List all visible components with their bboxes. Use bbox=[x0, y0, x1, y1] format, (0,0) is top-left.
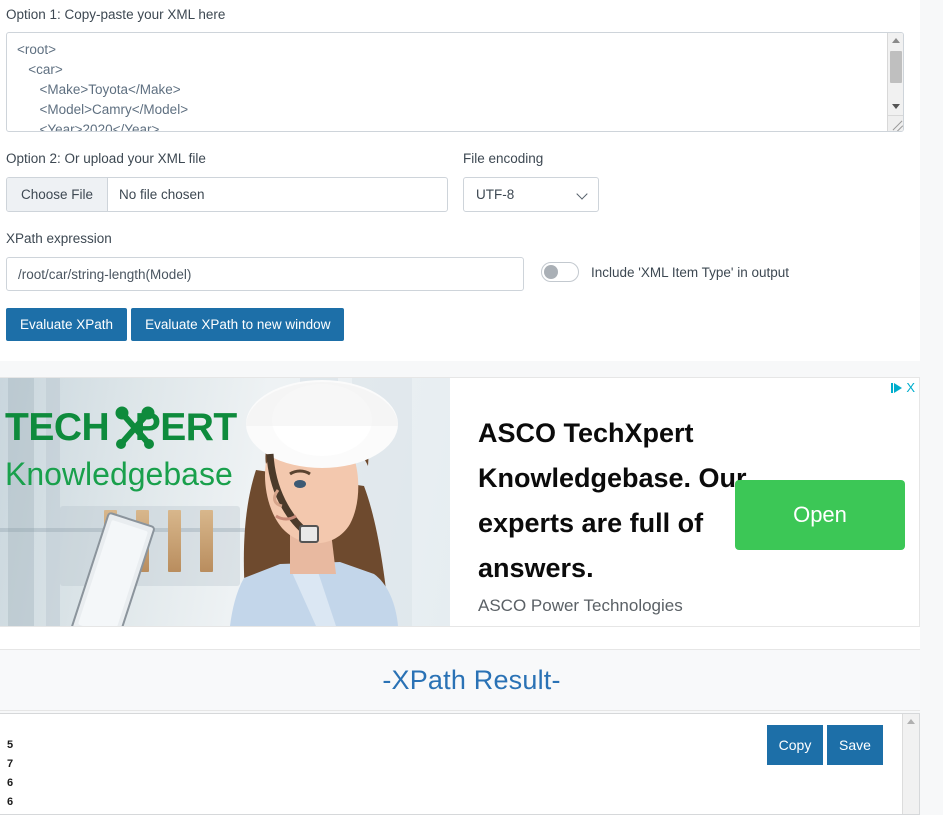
ad-open-button[interactable]: Open bbox=[735, 480, 905, 550]
ad-image: TECHXPERT Knowledgebase bbox=[0, 378, 450, 626]
scroll-down-icon[interactable] bbox=[888, 99, 903, 114]
section-gap bbox=[0, 361, 943, 377]
ad-logo-line2: Knowledgebase bbox=[5, 456, 233, 492]
textarea-resize-handle[interactable] bbox=[887, 115, 903, 131]
advertisement-banner[interactable]: TECHXPERT Knowledgebase ASCO bbox=[0, 377, 920, 627]
option2-label: Option 2: Or upload your XML file bbox=[6, 151, 206, 166]
file-name-text: No file chosen bbox=[119, 187, 205, 202]
choose-file-button[interactable]: Choose File bbox=[7, 178, 108, 211]
xpath-form-panel: Option 1: Copy-paste your XML here <root… bbox=[0, 0, 920, 361]
evaluate-button-row: Evaluate XPath Evaluate XPath to new win… bbox=[6, 308, 345, 341]
include-item-type-toggle-group[interactable]: Include 'XML Item Type' in output bbox=[541, 262, 789, 282]
page-background-strip bbox=[920, 0, 943, 815]
result-scroll-up-icon[interactable] bbox=[903, 714, 919, 729]
xpath-tester-page: Option 1: Copy-paste your XML here <root… bbox=[0, 0, 943, 815]
file-encoding-select[interactable]: UTF-8 bbox=[463, 177, 599, 212]
toggle-knob bbox=[544, 265, 558, 279]
evaluate-xpath-button[interactable]: Evaluate XPath bbox=[6, 308, 128, 341]
ad-headline: ASCO TechXpert Knowledgebase. Our expert… bbox=[478, 418, 747, 583]
page-title: -XPath Result- bbox=[382, 664, 561, 695]
evaluate-xpath-new-window-button[interactable]: Evaluate XPath to new window bbox=[131, 308, 345, 341]
scroll-up-icon[interactable] bbox=[888, 33, 903, 48]
xpath-result-container[interactable]: 5 7 6 6 Copy Save bbox=[0, 713, 920, 815]
xml-textarea[interactable]: <root> <car> <Make>Toyota</Make> <Model>… bbox=[7, 33, 880, 131]
ad-advertiser: ASCO Power Technologies bbox=[478, 596, 683, 615]
chevron-down-icon bbox=[577, 189, 588, 200]
adchoices-icon[interactable] bbox=[891, 382, 903, 393]
ad-result-divider bbox=[0, 627, 943, 649]
ad-logo: TECHXPERT Knowledgebase bbox=[5, 406, 263, 494]
file-encoding-value: UTF-8 bbox=[476, 187, 515, 202]
scrollbar-thumb[interactable] bbox=[890, 51, 902, 83]
ad-choices-group[interactable]: X bbox=[891, 381, 915, 394]
result-actions: Copy Save bbox=[767, 725, 883, 765]
file-encoding-label: File encoding bbox=[463, 151, 544, 166]
include-item-type-toggle[interactable] bbox=[541, 262, 579, 282]
include-item-type-label: Include 'XML Item Type' in output bbox=[591, 264, 790, 280]
ad-logo-line1: TECHXPERT bbox=[5, 406, 263, 450]
result-scrollbar[interactable] bbox=[902, 714, 919, 814]
ad-body: ASCO TechXpert Knowledgebase. Our expert… bbox=[470, 378, 919, 626]
option1-label: Option 1: Copy-paste your XML here bbox=[6, 7, 226, 22]
file-upload-input[interactable]: Choose File No file chosen bbox=[6, 177, 448, 212]
save-button[interactable]: Save bbox=[827, 725, 883, 765]
xpath-result-header: -XPath Result- bbox=[0, 649, 943, 711]
wrench-icon bbox=[115, 406, 155, 449]
xml-input-container[interactable]: <root> <car> <Make>Toyota</Make> <Model>… bbox=[6, 32, 904, 132]
copy-button[interactable]: Copy bbox=[767, 725, 823, 765]
xpath-expression-label: XPath expression bbox=[6, 231, 112, 246]
xpath-expression-input[interactable]: /root/car/string-length(Model) bbox=[6, 257, 524, 291]
close-icon[interactable]: X bbox=[906, 381, 915, 394]
